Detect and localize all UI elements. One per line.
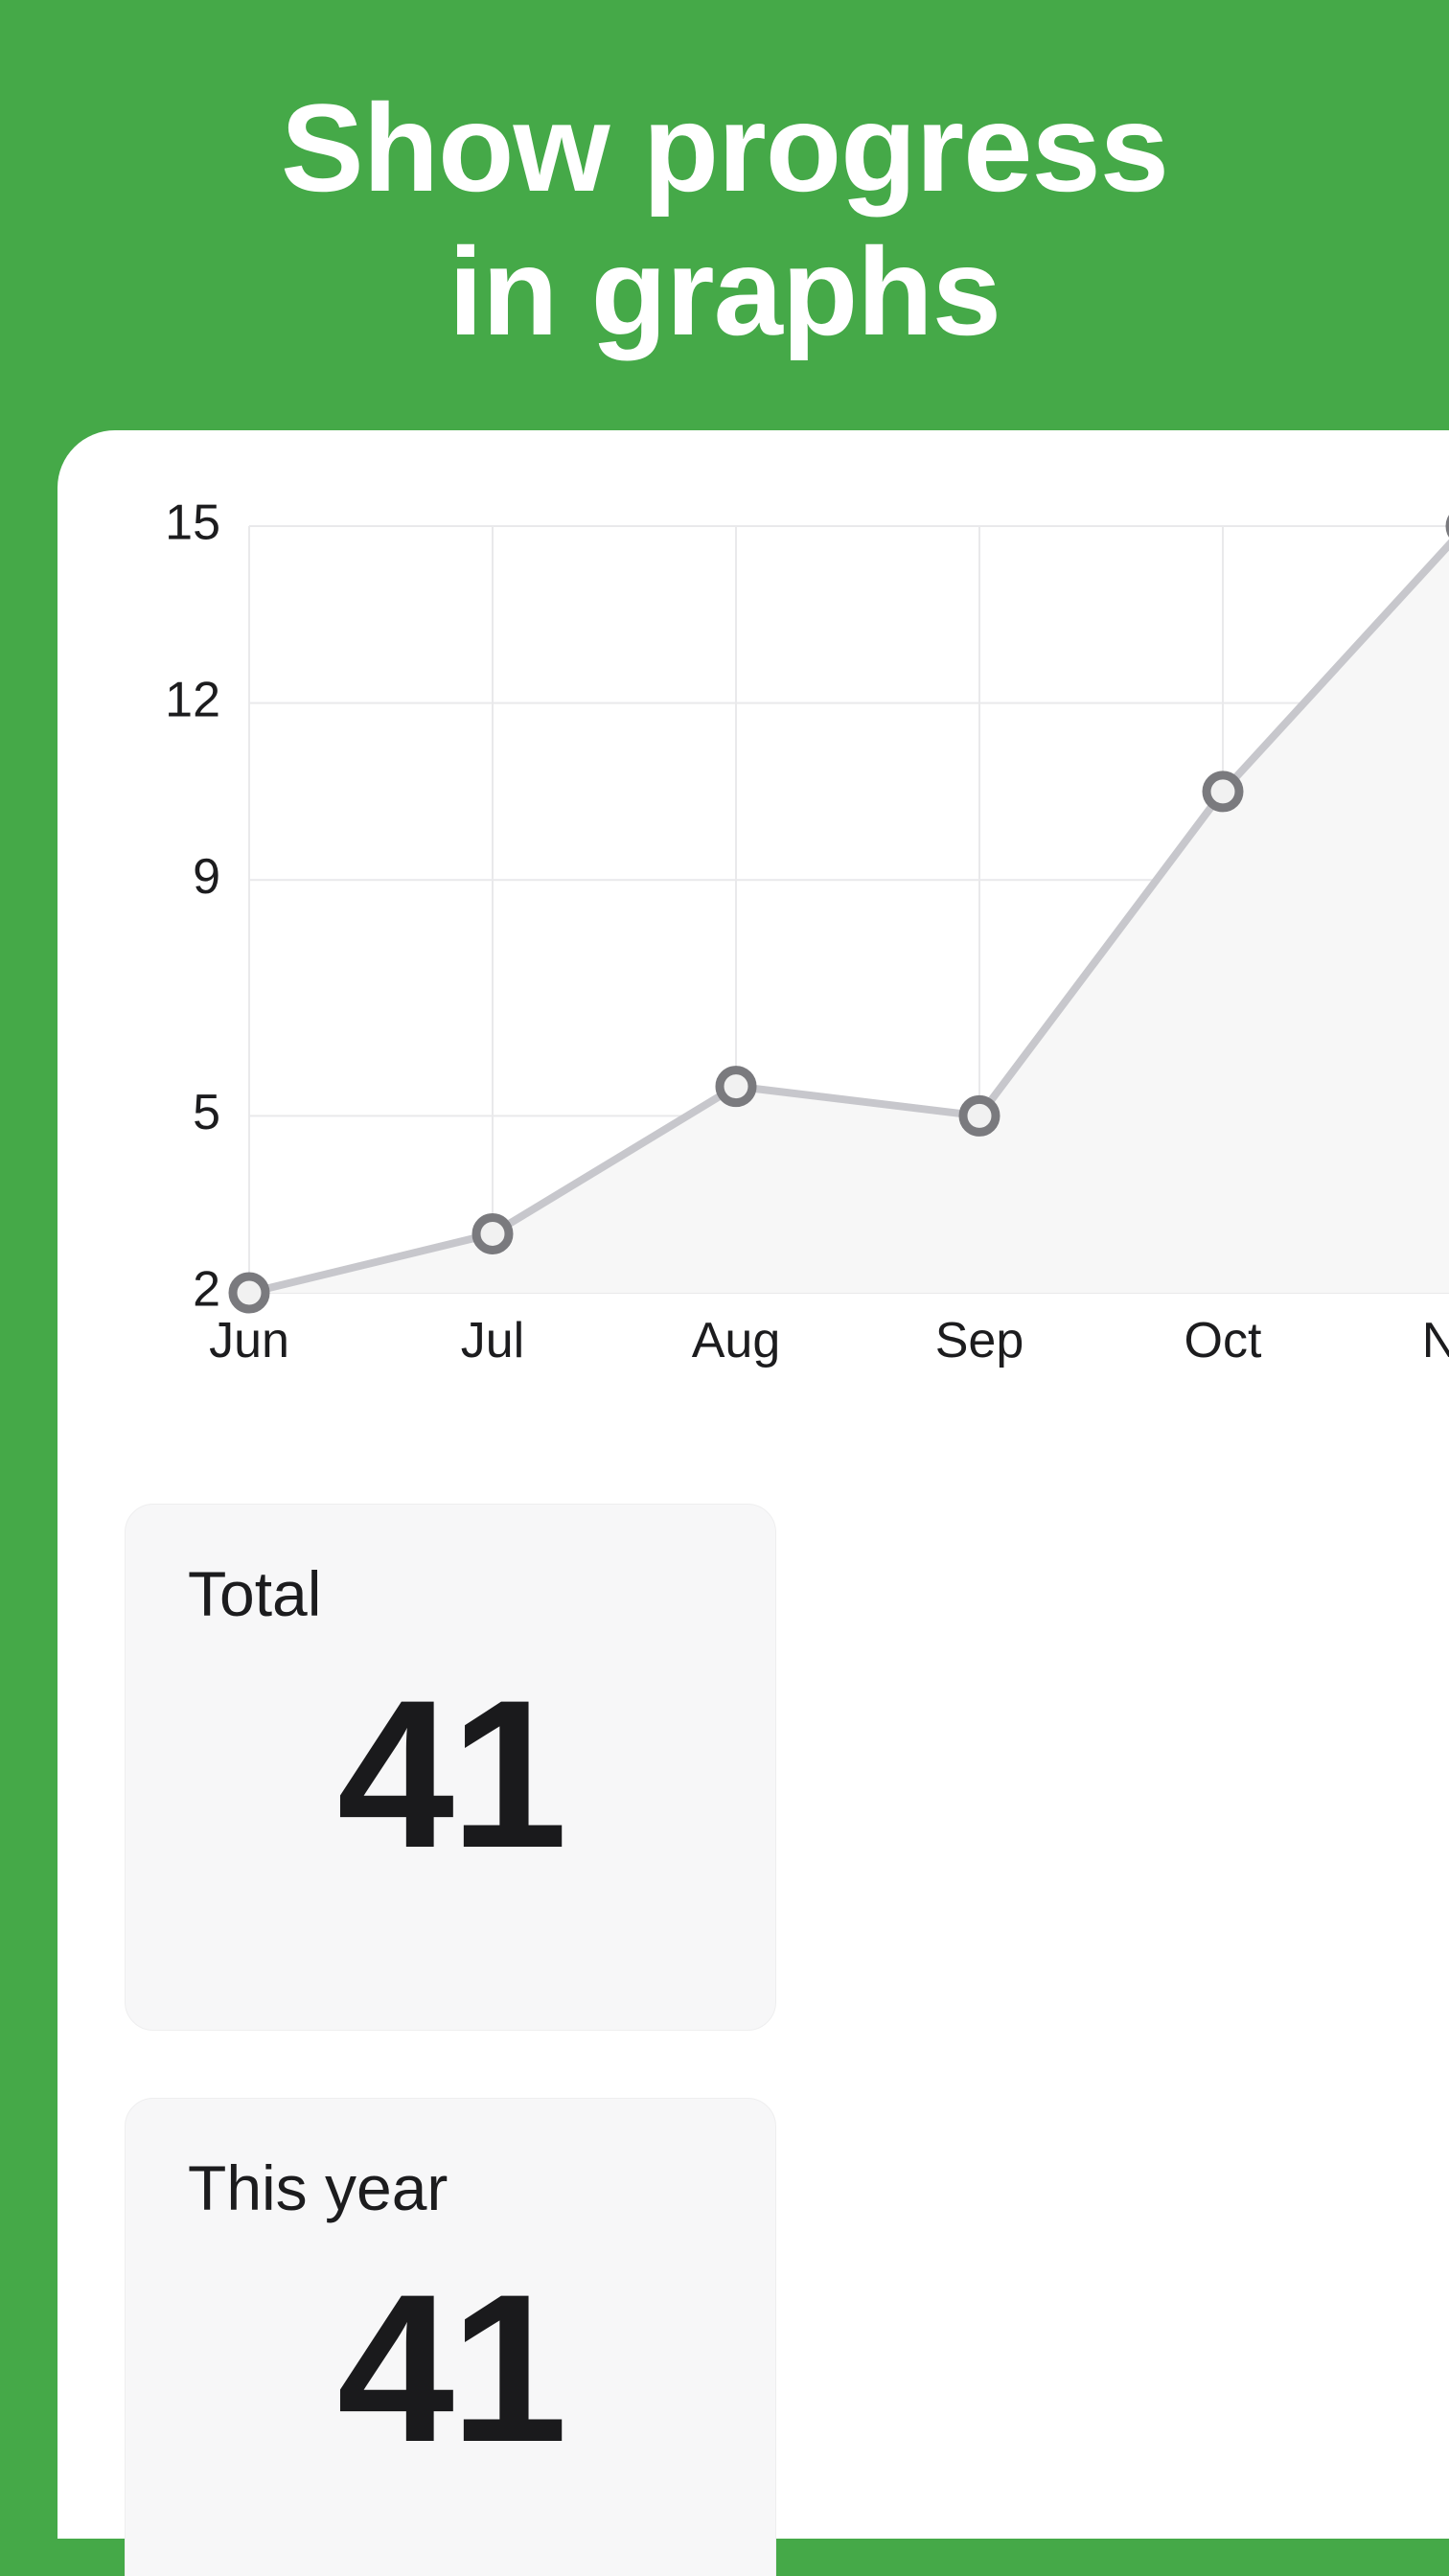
svg-text:12: 12 bbox=[165, 672, 220, 727]
svg-text:2: 2 bbox=[193, 1262, 220, 1318]
svg-text:Jul: Jul bbox=[461, 1313, 524, 1368]
stat-tile-total: Total 41 bbox=[125, 1504, 776, 2031]
svg-text:Oct: Oct bbox=[1184, 1313, 1262, 1368]
stat-label: This year bbox=[188, 2151, 713, 2224]
stat-label: Total bbox=[188, 1557, 713, 1630]
stats-grid: Total 41 This year 41 This month 15 Last… bbox=[125, 1504, 1449, 2576]
svg-text:Aug: Aug bbox=[692, 1313, 781, 1368]
svg-text:9: 9 bbox=[193, 849, 220, 905]
hero-title-line1: Show progress bbox=[281, 78, 1168, 218]
progress-chart: 1512952JunJulAugSepOctNov bbox=[125, 507, 1449, 1389]
svg-text:Jun: Jun bbox=[209, 1313, 289, 1368]
progress-line-chart-svg: 1512952JunJulAugSepOctNov bbox=[125, 507, 1449, 1389]
svg-text:5: 5 bbox=[193, 1085, 220, 1140]
stat-value: 41 bbox=[188, 1668, 713, 1879]
hero-title-line2: in graphs bbox=[448, 221, 1000, 361]
stat-value: 41 bbox=[188, 2263, 713, 2473]
hero-title: Show progress in graphs bbox=[38, 77, 1411, 363]
svg-text:Sep: Sep bbox=[935, 1313, 1024, 1368]
svg-text:15: 15 bbox=[165, 495, 220, 551]
svg-text:Nov: Nov bbox=[1422, 1313, 1449, 1368]
content-card: 15 12 9 5 2Jun Jul Aug Sep Oct Nov Total 41 This … bbox=[58, 430, 1449, 2539]
hero-banner: Show progress in graphs bbox=[0, 0, 1449, 430]
stat-tile-this-year: This year 41 bbox=[125, 2098, 776, 2576]
